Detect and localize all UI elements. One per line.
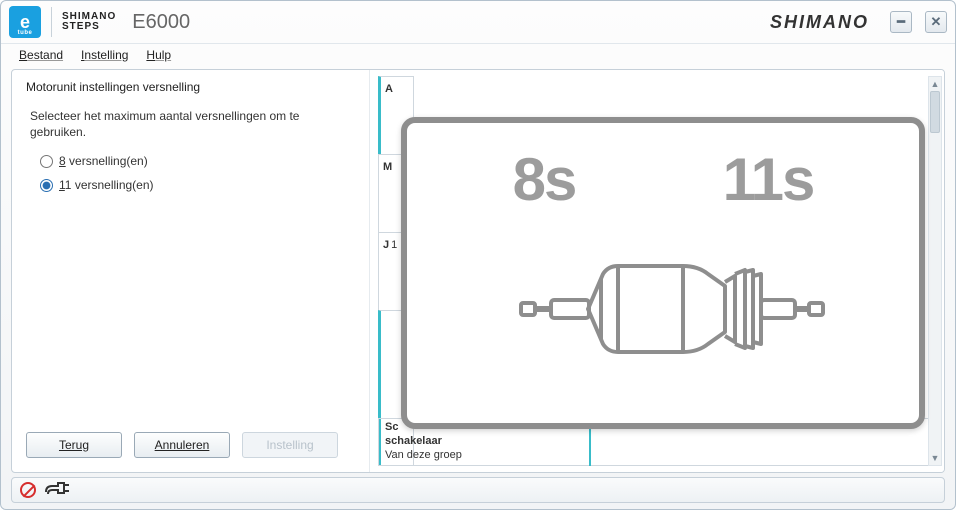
label-11s: 11s (723, 145, 814, 214)
gear-radio-group: 8 versnelling(en) 11 versnelling(en) (26, 154, 355, 192)
plug-icon (44, 480, 72, 501)
app-window: e tube SHIMANO STEPS E6000 SHIMANO ━ ✕ B… (0, 0, 956, 510)
radio-11-input[interactable] (40, 179, 53, 192)
etube-logo-icon: e tube (9, 6, 41, 38)
brand-label: SHIMANO (770, 12, 869, 33)
back-button[interactable]: Terug (26, 432, 122, 458)
cancel-button[interactable]: Annuleren (134, 432, 230, 458)
minimize-button[interactable]: ━ (890, 11, 912, 33)
menu-settings[interactable]: Instelling (81, 48, 128, 62)
section-heading: Motorunit instellingen versnelling (26, 80, 355, 94)
overlay-numbers: 8s 11s (407, 123, 919, 214)
radio-11-speeds[interactable]: 11 versnelling(en) (40, 178, 355, 192)
divider (51, 7, 52, 37)
radio-8-input[interactable] (40, 155, 53, 168)
close-button[interactable]: ✕ (925, 11, 947, 33)
lower-label-2: schakelaar (385, 435, 442, 447)
scroll-down-icon[interactable]: ▼ (929, 451, 941, 465)
lower-value: Van deze groep (385, 449, 462, 461)
menu-help[interactable]: Hulp (146, 48, 171, 62)
radio-8-speeds[interactable]: 8 versnelling(en) (40, 154, 355, 168)
lower-label-1: Sc (385, 421, 398, 433)
statusbar (11, 477, 945, 503)
steps-logo: SHIMANO STEPS (62, 12, 116, 32)
scroll-track[interactable] (929, 91, 941, 451)
steps-line2: STEPS (62, 22, 116, 32)
label-8s: 8s (513, 145, 576, 214)
model-label: E6000 (132, 11, 190, 34)
menu-file[interactable]: Bestand (19, 48, 63, 62)
scroll-up-icon[interactable]: ▲ (929, 77, 941, 91)
hub-icon (473, 224, 853, 394)
etube-tube: tube (18, 30, 33, 36)
button-row: Terug Annuleren Instelling (26, 432, 355, 458)
hub-illustration-overlay: 8s 11s (401, 117, 925, 429)
radio-11-label: 11 versnelling(en) (59, 178, 154, 192)
scroll-thumb[interactable] (930, 91, 940, 133)
titlebar: e tube SHIMANO STEPS E6000 SHIMANO ━ ✕ (1, 1, 955, 43)
no-connection-icon (20, 482, 36, 498)
menubar: Bestand Instelling Hulp (1, 43, 955, 65)
vertical-scrollbar[interactable]: ▲ ▼ (928, 76, 942, 466)
left-pane: Motorunit instellingen versnelling Selec… (12, 70, 370, 472)
instruction-text: Selecteer het maximum aantal versnelling… (26, 108, 355, 140)
radio-8-label: 8 versnelling(en) (59, 154, 148, 168)
apply-button: Instelling (242, 432, 338, 458)
etube-e: e (20, 13, 30, 31)
